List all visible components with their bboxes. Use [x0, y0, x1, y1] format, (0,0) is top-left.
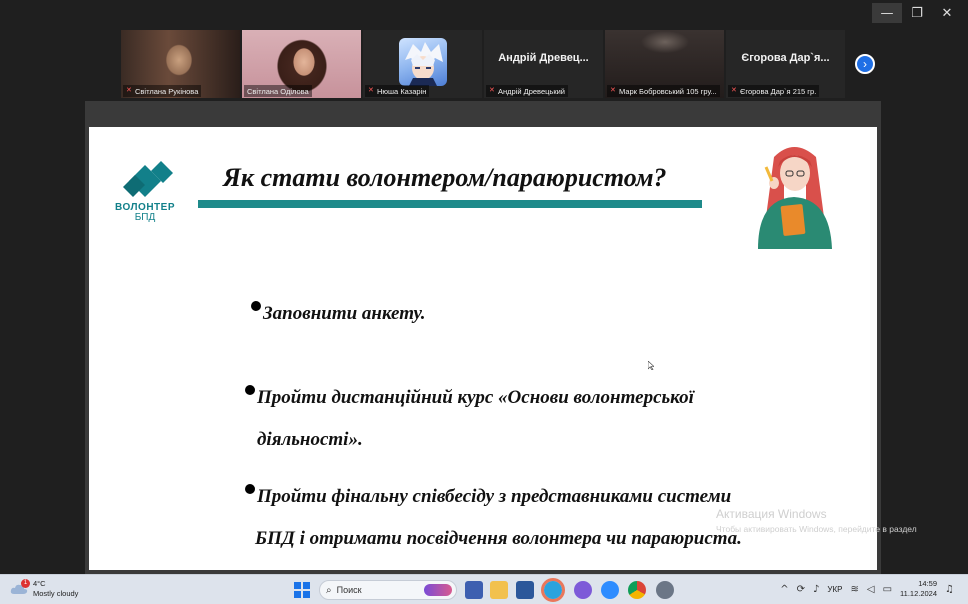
bullet-item-1: Заповнити анкету. — [263, 293, 426, 334]
participant-tile[interactable]: Андрій Древец... ✕ Андрій Древецький — [484, 30, 603, 98]
bullet-text: Пройти фінальну співбесіду з представник… — [257, 486, 732, 507]
sync-icon[interactable]: ⟳ — [797, 584, 805, 595]
bullet-text: БПД і отримати посвідчення волонтера чи … — [255, 528, 742, 549]
meeting-window: — ❐ ✕ ✕ Світлана Рукінова Світлана Оділо… — [0, 0, 968, 604]
participant-caption: ✕ Марк Бобровський 105 гру... — [607, 85, 720, 97]
participant-display-name: Андрій Древец... — [498, 52, 589, 64]
slide-title: Як стати волонтером/параюристом? — [223, 163, 667, 192]
participant-tile[interactable]: ✕ Марк Бобровський 105 гру... — [605, 30, 724, 98]
search-placeholder: Поиск — [336, 585, 362, 595]
settings-gear-icon[interactable] — [656, 581, 674, 599]
bullet-text: діяльності». — [257, 429, 363, 450]
girl-thinking-illustration — [758, 147, 832, 249]
windows-activation-watermark: Активация Windows Чтобы активировать Win… — [716, 507, 917, 534]
bullet-dot — [251, 301, 261, 311]
participant-caption: ✕ Андрій Древецький — [486, 85, 568, 97]
bullet-dot — [245, 385, 255, 395]
participant-caption: Світлана Оділова — [244, 85, 312, 97]
telegram-icon[interactable] — [541, 578, 565, 602]
participant-caption: ✕ Нюша Казарін — [365, 85, 430, 97]
presentation-slide: ВОЛОНТЕР БПД Як стати волонтером/параюри… — [89, 127, 877, 570]
weather-widget[interactable]: 1 4°C Mostly cloudy — [10, 579, 78, 599]
participant-tile[interactable]: Єгорова Дар`я... ✕ Єгорова Дар`я 215 гр. — [726, 30, 845, 98]
search-highlight-icon — [424, 584, 452, 596]
participant-strip: ✕ Світлана Рукінова Світлана Оділова ✕ Н… — [121, 30, 847, 98]
clock-date: 11.12.2024 — [900, 589, 938, 598]
taskbar-search[interactable]: ⌕ Поиск — [319, 580, 457, 600]
weather-badge: 1 — [21, 579, 30, 588]
bullet-text: Заповнити анкету. — [263, 303, 426, 324]
participant-tile[interactable]: ✕ Світлана Рукінова — [121, 30, 240, 98]
search-icon: ⌕ — [326, 584, 332, 596]
cloud-icon: 1 — [10, 579, 30, 596]
zoom-icon[interactable] — [601, 581, 619, 599]
viber-icon[interactable] — [574, 581, 592, 599]
word-icon[interactable] — [516, 581, 534, 599]
mic-off-icon: ✕ — [731, 87, 737, 94]
chrome-icon[interactable] — [628, 581, 646, 599]
system-tray: ^ ⟳ ♪ УКР ≋ ◁ ▭ 14:59 11.12.2024 ♫ — [780, 579, 954, 599]
activation-title: Активация Windows — [716, 507, 827, 521]
wifi-icon[interactable]: ≋ — [851, 584, 859, 595]
weather-temp: 4°C — [33, 579, 46, 588]
battery-icon[interactable]: ▭ — [883, 584, 892, 595]
logo-subtext: БПД — [134, 212, 156, 223]
next-participants-button[interactable]: › — [855, 54, 875, 74]
close-button[interactable]: ✕ — [932, 3, 962, 23]
microphone-icon[interactable]: ♪ — [813, 584, 819, 595]
bullet-item-3-cont: БПД і отримати посвідчення волонтера чи … — [255, 518, 742, 559]
participant-name: Світлана Рукінова — [135, 86, 199, 96]
participant-tile-active[interactable]: Світлана Оділова — [242, 30, 361, 98]
participant-name: Нюша Казарін — [377, 86, 427, 96]
participant-caption: ✕ Світлана Рукінова — [123, 85, 202, 97]
participant-name: Марк Бобровський 105 гру... — [619, 86, 717, 96]
clock-time: 14:59 — [918, 579, 938, 588]
bullet-text: Пройти дистанційний курс «Основи волонте… — [257, 387, 694, 408]
bullet-item-3: Пройти фінальну співбесіду з представник… — [257, 476, 731, 517]
mic-off-icon: ✕ — [489, 87, 495, 94]
participant-display-name: Єгорова Дар`я... — [741, 52, 830, 64]
mouse-cursor-icon — [648, 361, 654, 370]
title-underline — [198, 200, 702, 208]
window-controls: — ❐ ✕ — [872, 3, 962, 23]
chevron-right-icon: › — [863, 57, 867, 71]
anime-avatar-icon — [399, 38, 447, 86]
minimize-button[interactable]: — — [872, 3, 902, 23]
language-indicator[interactable]: УКР — [827, 585, 842, 594]
chevron-up-icon[interactable]: ^ — [780, 584, 788, 595]
participant-name: Андрій Древецький — [498, 86, 565, 96]
mic-off-icon: ✕ — [368, 87, 374, 94]
bullet-item-2-cont: діяльності». — [257, 419, 363, 460]
participant-tile[interactable]: ✕ Нюша Казарін — [363, 30, 482, 98]
bullet-item-2: Пройти дистанційний курс «Основи волонте… — [257, 377, 694, 418]
volume-icon[interactable]: ◁ — [867, 584, 875, 595]
participant-caption: ✕ Єгорова Дар`я 215 гр. — [728, 85, 820, 97]
mic-off-icon: ✕ — [610, 87, 616, 94]
notification-bell-icon[interactable]: ♫ — [945, 584, 954, 595]
participant-name: Світлана Оділова — [247, 86, 309, 96]
windows-start-icon[interactable] — [293, 581, 311, 599]
file-save-icon[interactable] — [465, 581, 483, 599]
clock[interactable]: 14:59 11.12.2024 — [900, 579, 937, 599]
activation-hint: Чтобы активировать Windows, перейдите в … — [716, 524, 917, 534]
mic-off-icon: ✕ — [126, 87, 132, 94]
file-explorer-icon[interactable] — [490, 581, 508, 599]
taskbar: 1 4°C Mostly cloudy ⌕ Поиск ^ ⟳ ♪ УКР ≋ … — [0, 574, 968, 604]
restore-button[interactable]: ❐ — [902, 3, 932, 23]
bullet-dot — [245, 484, 255, 494]
weather-desc: Mostly cloudy — [33, 589, 79, 598]
participant-name: Єгорова Дар`я 215 гр. — [740, 86, 817, 96]
